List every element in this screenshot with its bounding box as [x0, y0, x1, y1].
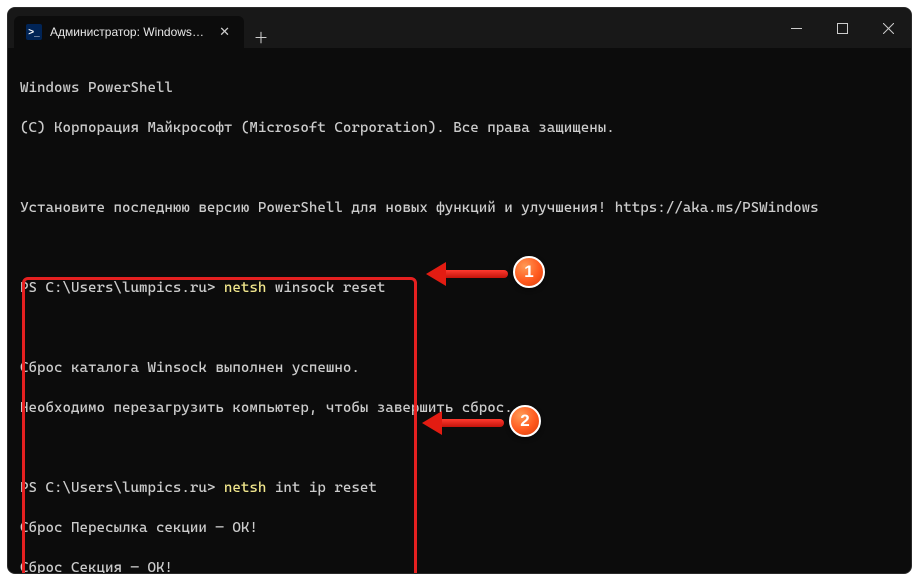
title-bar: >_ Администратор: Windows Po ✕ ＋ — [8, 8, 911, 48]
tab-strip: >_ Администратор: Windows Po ✕ ＋ — [8, 8, 278, 48]
terminal-body[interactable]: Windows PowerShell (C) Корпорация Майкро… — [8, 48, 911, 574]
term-line — [20, 438, 899, 458]
command-netsh-1: netsh — [224, 280, 266, 296]
term-line: Установите последнюю версию PowerShell д… — [20, 198, 899, 218]
term-line: Windows PowerShell — [20, 78, 899, 98]
term-line: Сброс Секция — OK! — [20, 558, 899, 574]
term-line — [20, 158, 899, 178]
maximize-button[interactable] — [819, 8, 865, 48]
minimize-button[interactable] — [773, 8, 819, 48]
term-line: Сброс каталога Winsock выполнен успешно. — [20, 358, 899, 378]
tab-title: Администратор: Windows Po — [50, 25, 207, 39]
prompt-line-1: PS C:\Users\lumpics.ru> netsh winsock re… — [20, 278, 899, 298]
term-line: Сброс Пересылка секции — OK! — [20, 518, 899, 538]
new-tab-button[interactable]: ＋ — [244, 27, 278, 48]
prompt-prefix: PS C:\Users\lumpics.ru> — [20, 280, 224, 296]
command-args-2: int ip reset — [266, 480, 376, 496]
term-line: Необходимо перезагрузить компьютер, чтоб… — [20, 398, 899, 418]
prompt-prefix: PS C:\Users\lumpics.ru> — [20, 480, 224, 496]
command-args-1: winsock reset — [266, 280, 385, 296]
tab-powershell[interactable]: >_ Администратор: Windows Po ✕ — [14, 16, 244, 48]
close-tab-icon[interactable]: ✕ — [215, 22, 234, 42]
prompt-line-2: PS C:\Users\lumpics.ru> netsh int ip res… — [20, 478, 899, 498]
term-line — [20, 238, 899, 258]
term-line — [20, 318, 899, 338]
term-line: (C) Корпорация Майкрософт (Microsoft Cor… — [20, 118, 899, 138]
powershell-icon: >_ — [26, 24, 42, 40]
command-netsh-2: netsh — [224, 480, 266, 496]
close-window-button[interactable] — [865, 8, 911, 48]
terminal-window: >_ Администратор: Windows Po ✕ ＋ Windows… — [7, 7, 912, 574]
